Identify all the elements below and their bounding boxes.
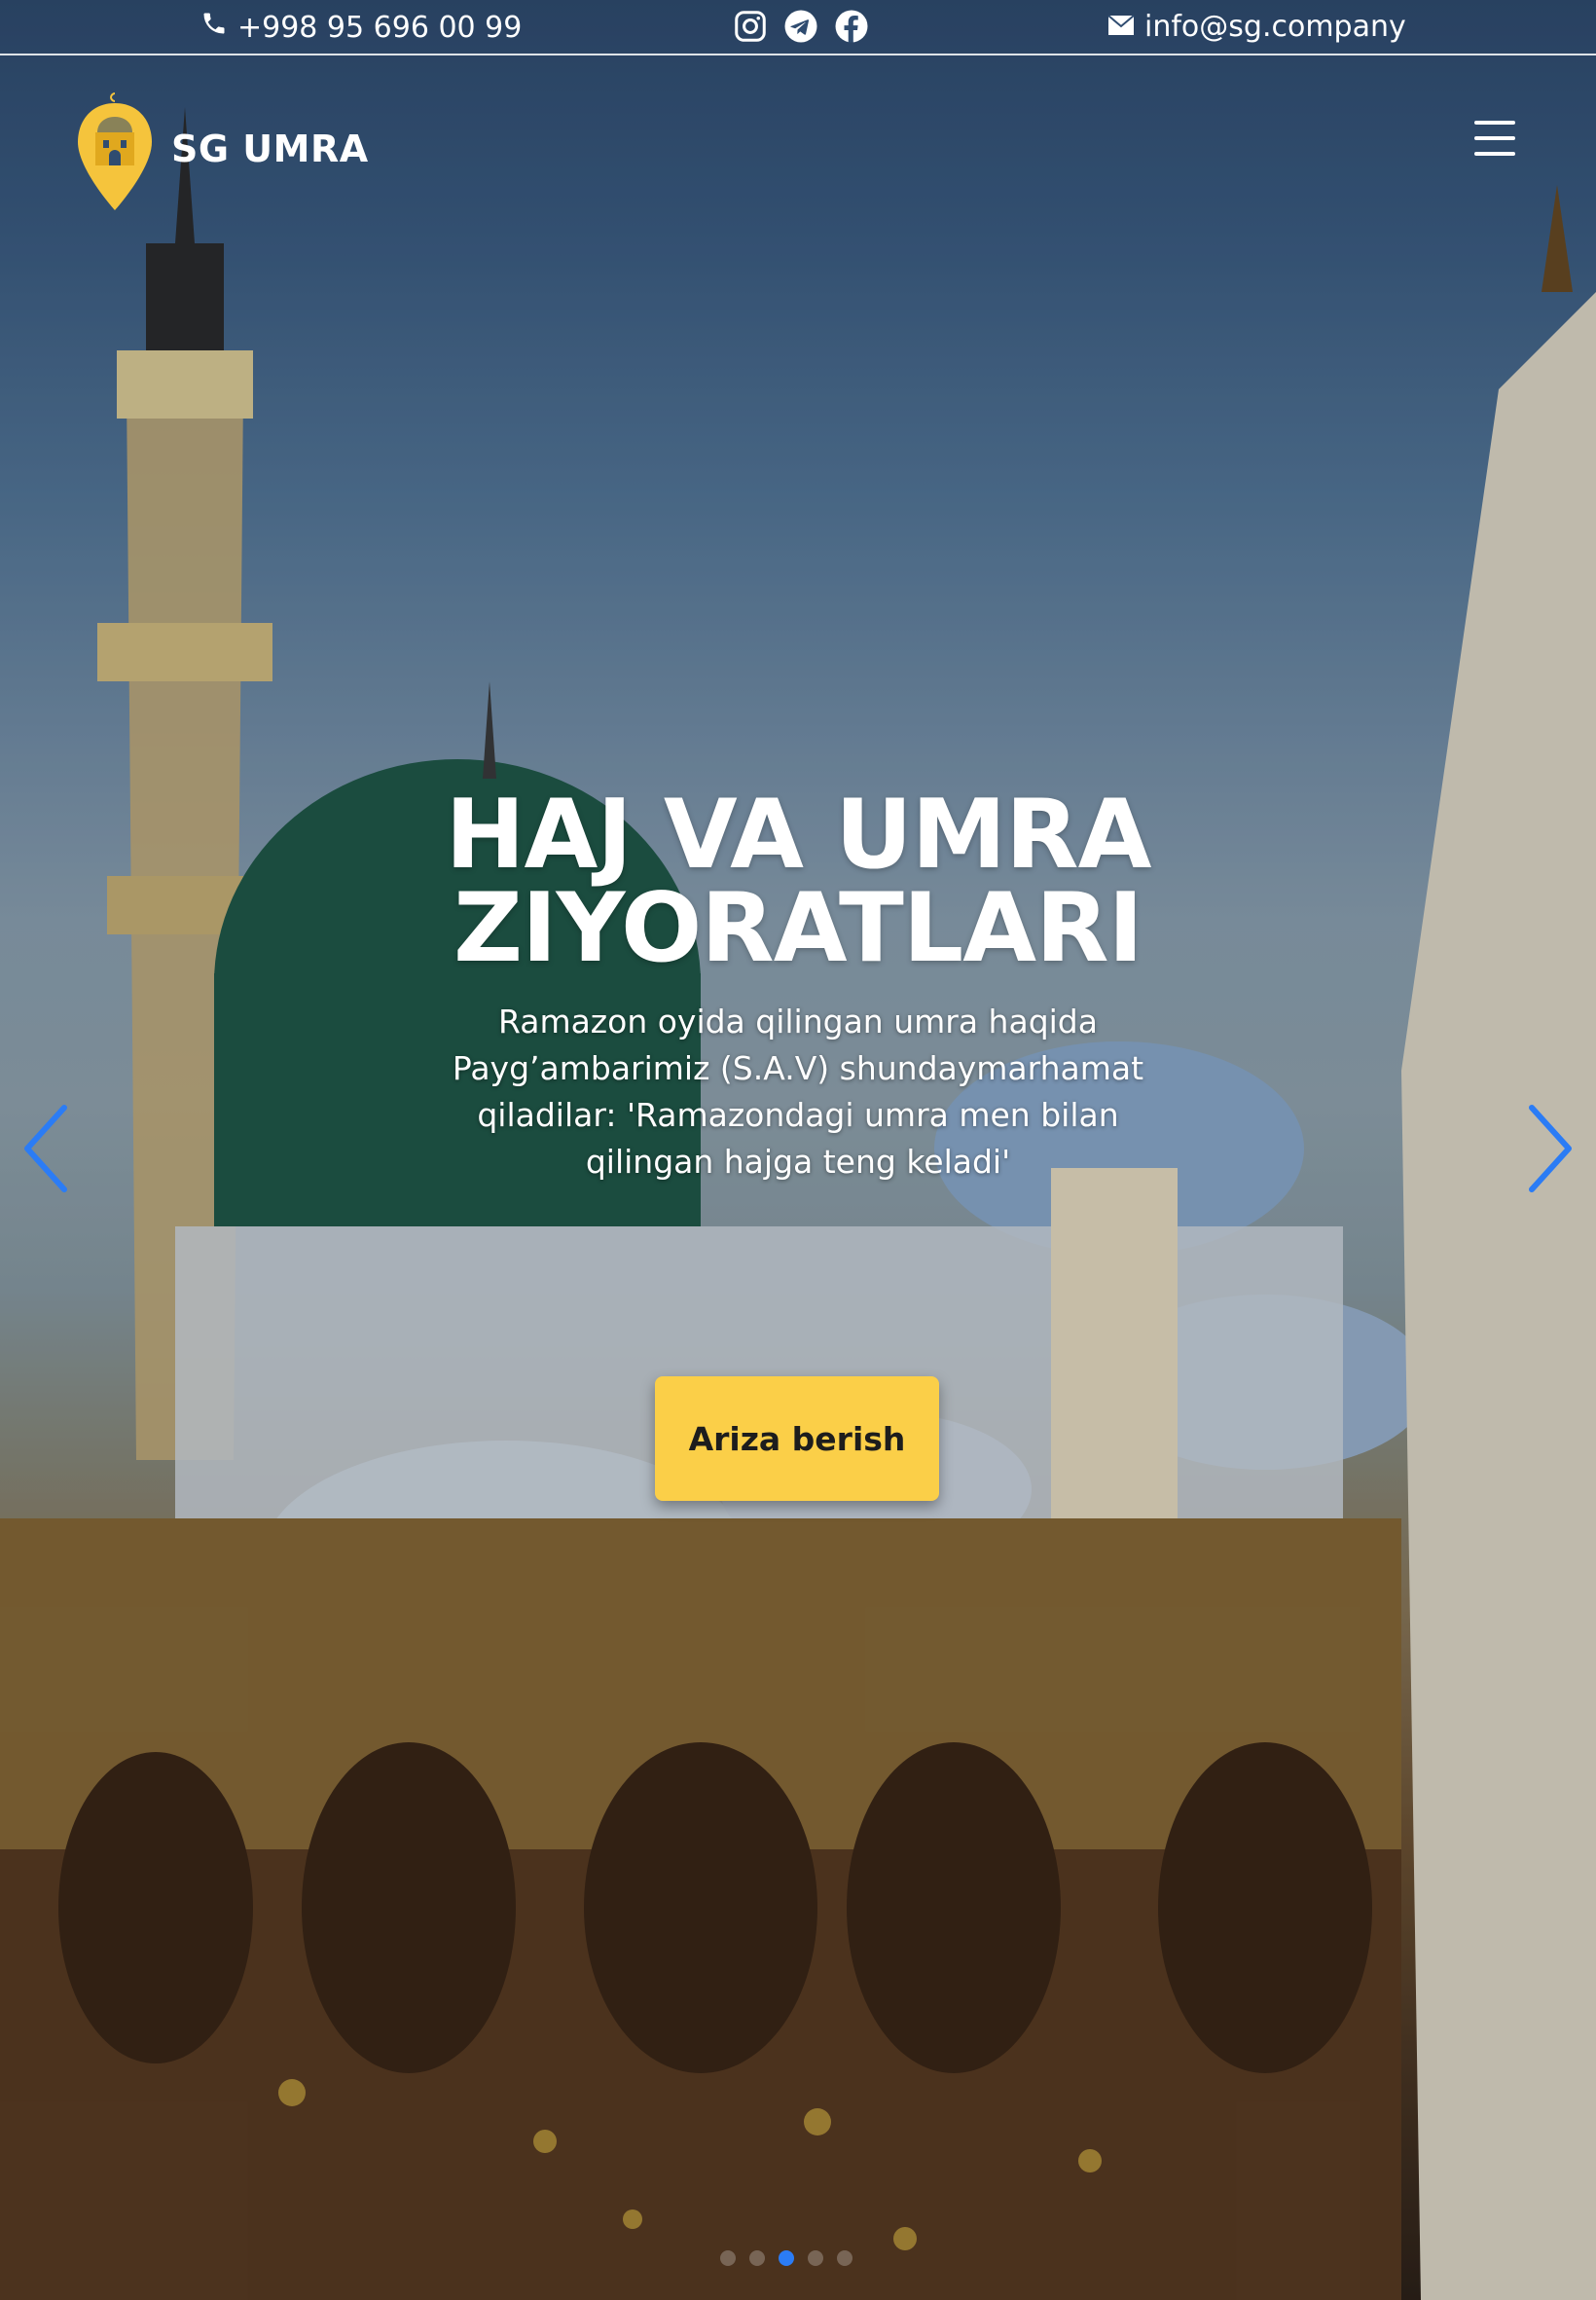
hero-description: Ramazon oyida qilingan umra haqida Payg’…: [452, 1003, 1144, 1181]
telegram-icon[interactable]: [782, 8, 819, 45]
email-address: info@sg.company: [1144, 10, 1406, 44]
carousel-next-button[interactable]: [1520, 1100, 1578, 1197]
top-contact-bar: +998 95 696 00 99 info@sg.company: [0, 0, 1596, 55]
phone-icon: [200, 10, 228, 45]
mail-icon: [1107, 10, 1135, 44]
phone-contact[interactable]: +998 95 696 00 99: [200, 10, 522, 45]
menu-line: [1474, 136, 1515, 140]
hero-title: HAJ VA UMRA ZIYORATLARI: [445, 780, 1151, 984]
carousel-pagination: [720, 2250, 852, 2266]
social-links: [732, 8, 870, 45]
carousel-dot[interactable]: [749, 2250, 765, 2266]
hero-content: HAJ VA UMRA ZIYORATLARI Ramazon oyida qi…: [0, 780, 1596, 1186]
carousel-dot[interactable]: [808, 2250, 823, 2266]
carousel-dot[interactable]: [837, 2250, 852, 2266]
mosque-logo-icon: [78, 92, 152, 210]
hamburger-menu-button[interactable]: [1471, 117, 1518, 160]
menu-line: [1474, 152, 1515, 156]
chevron-left-icon: [24, 1105, 67, 1192]
phone-number: +998 95 696 00 99: [237, 10, 523, 45]
brand-name: SG UMRA: [171, 128, 369, 170]
carousel-dot[interactable]: [720, 2250, 736, 2266]
brand-logo[interactable]: SG UMRA: [74, 86, 369, 212]
carousel-dot[interactable]: [779, 2250, 794, 2266]
email-contact[interactable]: info@sg.company: [1107, 10, 1406, 44]
carousel-prev-button[interactable]: [18, 1100, 76, 1197]
instagram-icon[interactable]: [732, 8, 769, 45]
apply-button[interactable]: Ariza berish: [655, 1376, 939, 1501]
facebook-icon[interactable]: [833, 8, 870, 45]
main-navbar: SG UMRA: [0, 80, 1596, 216]
chevron-right-icon: [1529, 1105, 1572, 1192]
menu-line: [1474, 121, 1515, 125]
